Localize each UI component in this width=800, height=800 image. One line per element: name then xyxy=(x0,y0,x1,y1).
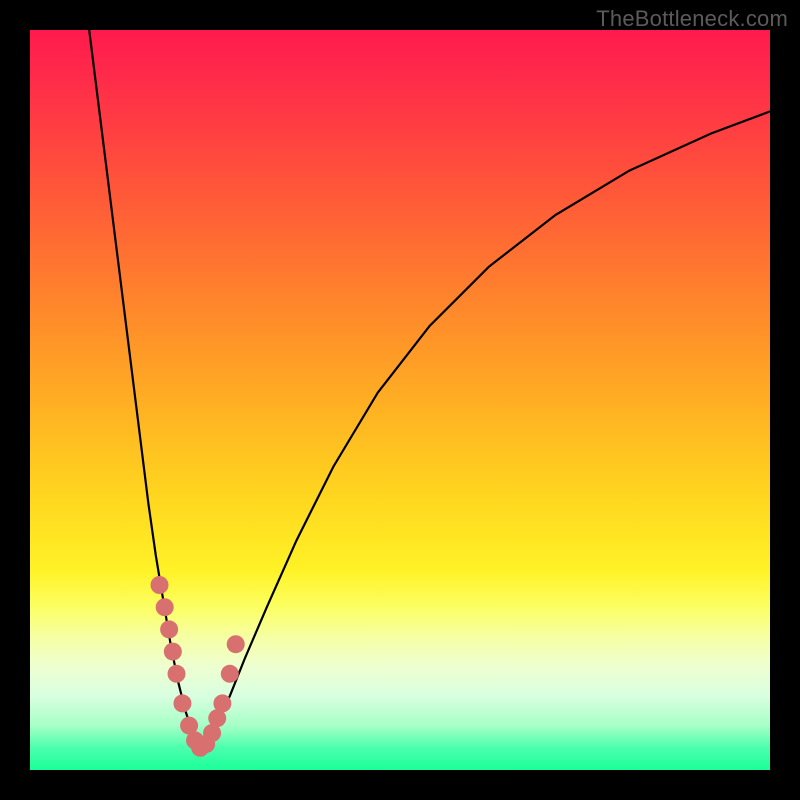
scatter-point xyxy=(173,694,191,712)
curve-right-branch xyxy=(200,111,770,747)
scatter-point xyxy=(151,576,169,594)
chart-svg xyxy=(30,30,770,770)
scatter-point xyxy=(227,635,245,653)
scatter-point xyxy=(160,620,178,638)
scatter-point xyxy=(156,598,174,616)
curve-left-branch xyxy=(89,30,200,748)
watermark-text: TheBottleneck.com xyxy=(596,6,788,32)
scatter-point xyxy=(168,665,186,683)
chart-plot-area xyxy=(30,30,770,770)
scatter-point xyxy=(213,694,231,712)
scatter-point xyxy=(164,643,182,661)
scatter-points-group xyxy=(151,576,245,757)
scatter-point xyxy=(221,665,239,683)
